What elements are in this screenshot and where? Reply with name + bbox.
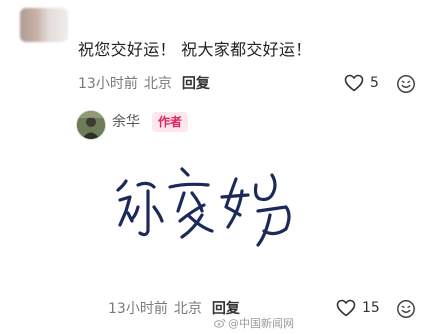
author-avatar[interactable] [76, 110, 106, 140]
weibo-icon [214, 319, 226, 328]
handwriting-strokes [116, 167, 291, 247]
reply-button-author[interactable]: 回复 [212, 301, 240, 317]
comment-text: 祝您交好运！ 祝大家都交好运！ [78, 40, 312, 59]
like-button[interactable]: 5 [344, 74, 379, 92]
heart-icon [344, 74, 364, 92]
commenter-avatar[interactable] [20, 8, 68, 42]
comment-time: 13小时前 [78, 76, 138, 92]
reply-button[interactable]: 回复 [182, 76, 210, 92]
author-name[interactable]: 余华 [112, 112, 140, 132]
handwritten-image[interactable] [108, 145, 308, 285]
author-badge: 作者 [152, 112, 189, 132]
like-button-author[interactable]: 15 [336, 299, 380, 317]
emoji-reaction-button-author[interactable] [396, 299, 416, 323]
emoji-icon [397, 75, 415, 93]
comment-location: 北京 [143, 76, 172, 92]
like-count: 5 [370, 75, 379, 91]
emoji-icon [397, 300, 415, 318]
author-avatar-image [77, 111, 105, 139]
watermark-text: @中国新闻网 [228, 317, 294, 330]
reply-time: 13小时前 [108, 301, 168, 317]
comment-meta: 13小时前 北京 回复 [78, 74, 210, 94]
emoji-reaction-button[interactable] [396, 74, 416, 98]
reply-meta: 13小时前 北京 回复 [108, 299, 240, 319]
heart-icon [336, 299, 356, 317]
reply-location: 北京 [173, 301, 202, 317]
like-count-author: 15 [362, 300, 380, 316]
source-watermark: @中国新闻网 [214, 317, 294, 331]
